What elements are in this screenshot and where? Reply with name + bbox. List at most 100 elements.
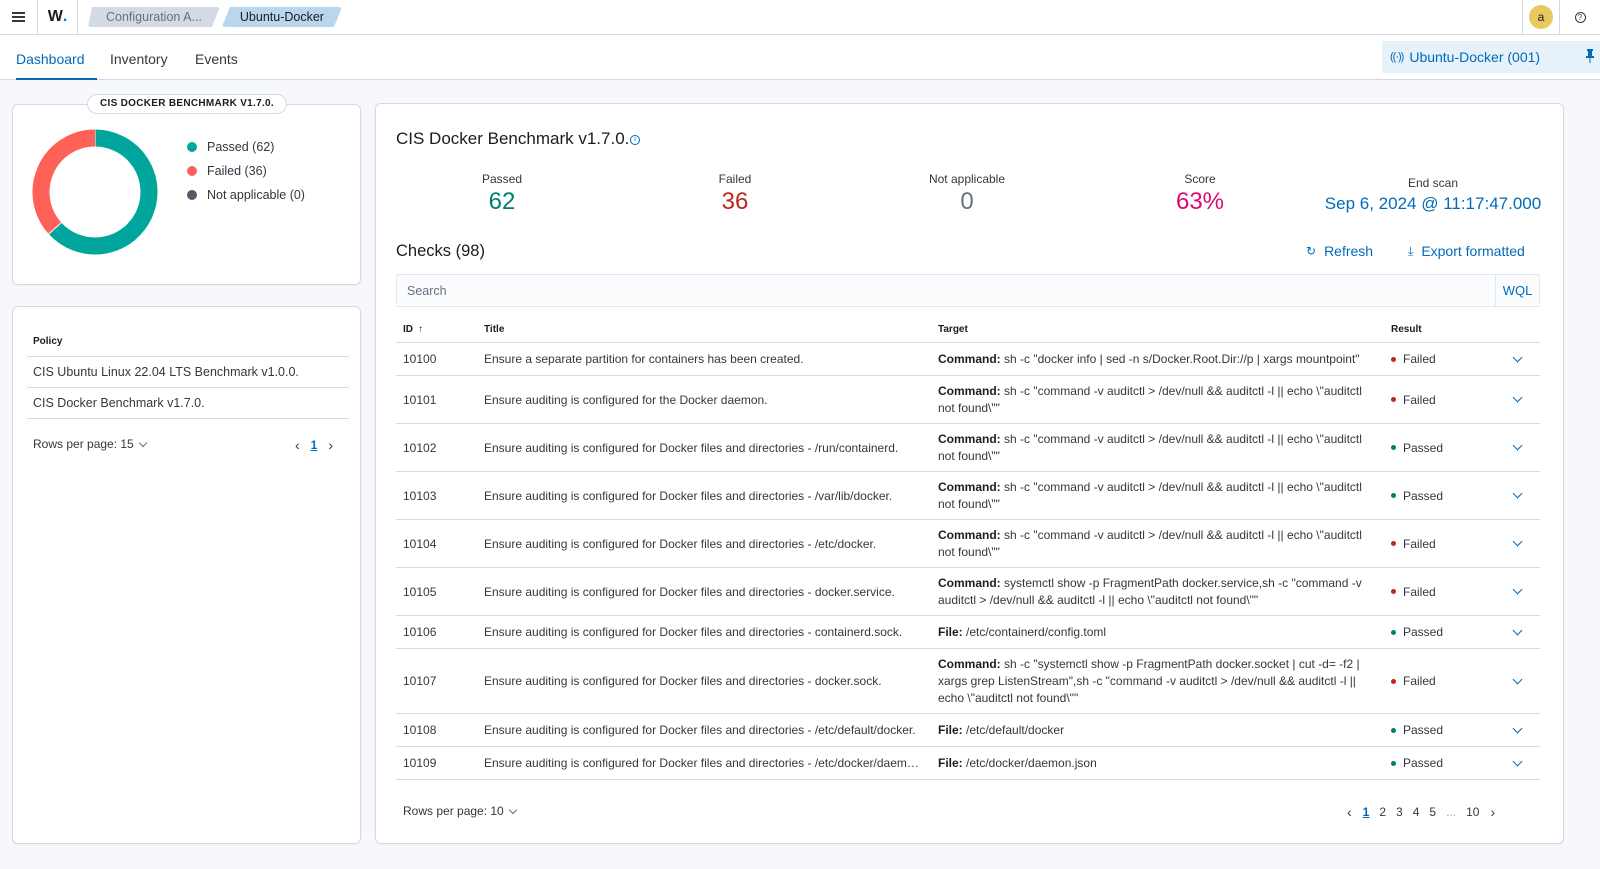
expand-row-button[interactable] (1494, 625, 1540, 635)
check-result: Failed (1384, 585, 1494, 599)
checks-rows-per-page[interactable]: Rows per page: 10 (403, 804, 517, 818)
passed-count: 62 (488, 188, 516, 215)
check-target: Command: systemctl show -p FragmentPath … (931, 575, 1384, 609)
column-title[interactable]: Title (478, 324, 931, 335)
tab-dashboard[interactable]: Dashboard (16, 35, 97, 80)
expand-row-button[interactable] (1494, 674, 1540, 684)
signal-icon: ((·)) (1390, 51, 1404, 63)
page-1-button[interactable]: 1 (306, 438, 323, 452)
checks-title: Checks (98) (396, 242, 485, 260)
target-label: File: (938, 755, 963, 770)
check-id: 10105 (403, 584, 437, 599)
policy-row[interactable]: CIS Docker Benchmark v1.7.0. (27, 388, 349, 419)
target-label: File: (938, 722, 963, 737)
expand-row-button[interactable] (1494, 488, 1540, 499)
status-dot-icon (1391, 760, 1396, 766)
export-icon: ⤓ (1408, 243, 1414, 258)
target-label: File: (938, 624, 963, 639)
expand-row-button[interactable] (1494, 392, 1540, 403)
table-row[interactable]: 10100 Ensure a separate partition for con… (396, 343, 1540, 376)
result-label: Failed (1403, 584, 1436, 599)
expand-row-button[interactable] (1494, 584, 1540, 595)
check-target: File: /etc/docker/daemon.json (931, 755, 1384, 772)
expand-row-button[interactable] (1494, 536, 1540, 547)
wql-button[interactable]: WQL (1495, 275, 1539, 306)
stat-score: Score 63% (1100, 172, 1300, 216)
stat-failed: Failed 36 (635, 172, 835, 216)
table-row[interactable]: 10103 Ensure auditing is configured for D… (396, 472, 1540, 520)
expand-row-button[interactable] (1494, 440, 1540, 451)
pin-icon[interactable] (1586, 49, 1594, 63)
prev-page-button[interactable]: ‹ (1341, 804, 1358, 820)
table-row[interactable]: 10106 Ensure auditing is configured for D… (396, 616, 1540, 649)
prev-page-button[interactable]: ‹ (289, 437, 306, 453)
table-row[interactable]: 10108 Ensure auditing is configured for D… (396, 714, 1540, 747)
check-target: Command: sh -c "command -v auditctl > /d… (931, 479, 1384, 513)
table-body: 10100 Ensure a separate partition for con… (396, 343, 1540, 780)
page-5-button[interactable]: 5 (1424, 805, 1441, 819)
tab-events[interactable]: Events (195, 35, 238, 80)
legend-item-failed[interactable]: Failed (36) (187, 159, 305, 183)
table-row[interactable]: 10104 Ensure auditing is configured for D… (396, 520, 1540, 568)
column-target[interactable]: Target (931, 321, 1384, 338)
policy-column-header[interactable]: Policy (27, 335, 349, 357)
page-2-button[interactable]: 2 (1374, 805, 1391, 819)
result-label: Passed (1403, 756, 1444, 770)
breadcrumb-agent[interactable]: Ubuntu-Docker (222, 7, 342, 27)
search-input[interactable] (397, 275, 1495, 306)
donut-slice-failed[interactable] (32, 129, 96, 235)
menu-button[interactable] (0, 0, 38, 35)
info-icon[interactable]: i (630, 135, 640, 145)
next-page-button[interactable]: › (322, 437, 339, 453)
table-row[interactable]: 10102 Ensure auditing is configured for D… (396, 424, 1540, 472)
status-dot-icon (1391, 445, 1396, 450)
column-id[interactable]: ID ↑ (396, 324, 478, 335)
check-title: Ensure auditing is configured for Docker… (484, 584, 895, 599)
result-label: Passed (1403, 625, 1444, 639)
score-value: 63% (1175, 188, 1225, 215)
target-value: sh -c "command -v auditctl > /dev/null &… (938, 527, 1362, 559)
logo[interactable]: W. (38, 0, 78, 35)
status-dot-icon (1391, 727, 1396, 733)
export-formatted-button[interactable]: ⤓ Export formatted (1408, 243, 1525, 259)
check-target: File: /etc/default/docker (931, 722, 1384, 739)
check-result: Failed (1384, 352, 1494, 366)
target-value: sh -c "systemctl show -p FragmentPath do… (938, 656, 1360, 705)
check-id: 10100 (403, 352, 437, 366)
page-10-button[interactable]: 10 (1461, 805, 1484, 819)
legend-item-not-applicable[interactable]: Not applicable (0) (187, 183, 305, 207)
expand-row-button[interactable] (1494, 352, 1540, 362)
main-panel: CIS Docker Benchmark v1.7.0. i Passed 62… (375, 103, 1564, 844)
refresh-button[interactable]: ↻ Refresh (1306, 243, 1373, 259)
next-page-button[interactable]: › (1484, 804, 1501, 820)
breadcrumb-configuration-assessment[interactable]: Configuration A... (88, 7, 220, 27)
expand-row-button[interactable] (1494, 756, 1540, 766)
expand-row-button[interactable] (1494, 723, 1540, 733)
page-4-button[interactable]: 4 (1408, 805, 1425, 819)
top-header: W. Configuration A... Ubuntu-Docker a ? (0, 0, 1600, 35)
tab-bar: Dashboard Inventory Events ((·)) Ubuntu-… (0, 35, 1600, 80)
page-1-button[interactable]: 1 (1358, 805, 1375, 819)
target-label: Command: (938, 351, 1001, 366)
target-value: /etc/docker/daemon.json (962, 755, 1097, 770)
stat-not-applicable: Not applicable 0 (867, 172, 1067, 216)
help-button[interactable]: ? (1560, 0, 1600, 35)
policy-rows-per-page[interactable]: Rows per page: 15 (33, 437, 147, 451)
table-row[interactable]: 10109 Ensure auditing is configured for D… (396, 747, 1540, 780)
table-row[interactable]: 10107 Ensure auditing is configured for D… (396, 649, 1540, 714)
legend-dot-failed (187, 166, 197, 176)
avatar[interactable]: a (1529, 5, 1553, 29)
page-3-button[interactable]: 3 (1391, 805, 1408, 819)
breadcrumb: Configuration A... Ubuntu-Docker (88, 7, 344, 27)
agent-selector[interactable]: ((·)) Ubuntu-Docker (001) (1382, 41, 1600, 73)
result-label: Failed (1403, 536, 1436, 551)
tab-inventory[interactable]: Inventory (110, 35, 168, 80)
stat-end-scan: End scan Sep 6, 2024 @ 11:17:47.000 (1318, 176, 1548, 214)
table-row[interactable]: 10101 Ensure auditing is configured for t… (396, 376, 1540, 424)
result-label: Passed (1403, 488, 1444, 503)
table-row[interactable]: 10105 Ensure auditing is configured for D… (396, 568, 1540, 616)
column-result[interactable]: Result (1384, 324, 1494, 335)
not-applicable-count: 0 (960, 188, 974, 215)
legend-item-passed[interactable]: Passed (62) (187, 135, 305, 159)
policy-row[interactable]: CIS Ubuntu Linux 22.04 LTS Benchmark v1.… (27, 357, 349, 388)
